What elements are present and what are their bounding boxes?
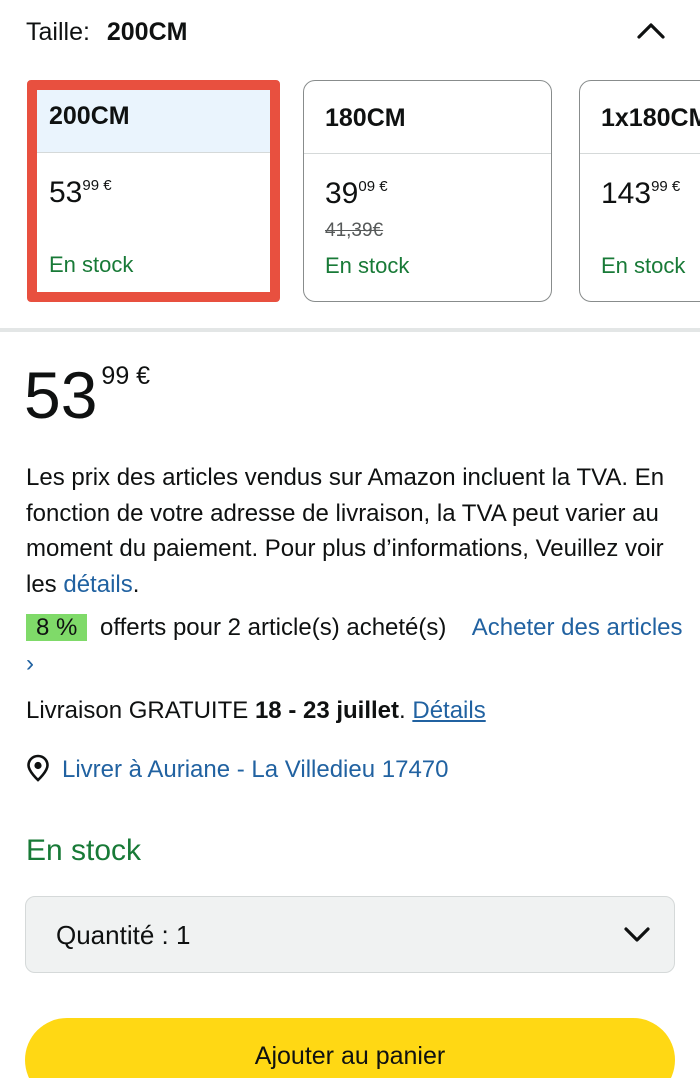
quantity-value: 1	[175, 920, 191, 950]
delivery-period: .	[399, 697, 406, 724]
delivery-info: Livraison GRATUITE 18 - 23 juillet. Déta…	[26, 697, 486, 725]
product-price-whole: 53	[24, 358, 98, 432]
size-option-title: 180CM	[304, 81, 551, 154]
add-to-cart-button[interactable]: Ajouter au panier	[25, 1018, 675, 1078]
delivery-prefix: Livraison GRATUITE	[26, 697, 249, 724]
delivery-dates: 18 - 23 juillet	[254, 697, 400, 724]
price-whole: 39	[325, 177, 359, 210]
quantity-label: Quantité : 1	[56, 920, 190, 951]
product-price-fraction: 99 €	[101, 362, 151, 390]
chevron-up-icon	[637, 23, 665, 39]
location-pin-icon	[27, 754, 49, 782]
size-option-180cm[interactable]: 180CM 3909 € 41,39€ En stock	[303, 80, 552, 302]
price-fraction: 99 €	[82, 177, 112, 194]
delivery-details-link[interactable]: Détails	[412, 697, 485, 724]
size-option-availability: En stock	[325, 253, 410, 278]
vat-notice: Les prix des articles vendus sur Amazon …	[26, 460, 686, 602]
size-option-price: 14399 €	[601, 177, 680, 211]
section-divider	[0, 328, 700, 332]
size-option-availability: En stock	[601, 253, 686, 278]
size-label: Taille:	[26, 18, 90, 46]
collapse-button[interactable]	[632, 14, 670, 48]
size-option-old-price: 41,39€	[325, 220, 384, 241]
size-option-1x180cm[interactable]: 1x180CM 14399 € En stock	[579, 80, 700, 302]
price-whole: 53	[49, 176, 83, 209]
size-option-availability: En stock	[49, 252, 134, 277]
delivery-location[interactable]: Livrer à Auriane - La Villedieu 17470	[24, 754, 448, 784]
quantity-select[interactable]: Quantité : 1	[25, 896, 675, 973]
discount-badge: 8 %	[26, 614, 88, 641]
promotion-text: offerts pour 2 article(s) acheté(s)	[100, 614, 447, 641]
vat-notice-end: .	[132, 570, 140, 598]
chevron-down-icon	[624, 927, 650, 942]
location-text: Livrer à Auriane - La Villedieu 17470	[62, 756, 449, 783]
size-option-price: 5399 €	[49, 176, 112, 210]
size-option-price: 3909 €	[325, 177, 388, 211]
size-option-title: 1x180CM	[580, 81, 700, 154]
size-header: Taille: 200CM	[26, 18, 187, 47]
product-price: 53 99 €	[24, 362, 150, 428]
product-page: Taille: 200CM 200CM 5399 € En stock 180C…	[0, 0, 700, 1078]
price-whole: 143	[601, 177, 652, 210]
vat-details-link[interactable]: détails	[63, 571, 132, 598]
price-fraction: 09 €	[358, 178, 388, 195]
selected-size: 200CM	[106, 18, 188, 46]
size-option-200cm[interactable]: 200CM 5399 € En stock	[27, 80, 280, 302]
price-fraction: 99 €	[651, 178, 681, 195]
availability-status: En stock	[26, 834, 142, 867]
quantity-label-text: Quantité :	[56, 920, 169, 950]
promotion: 8 % offerts pour 2 article(s) acheté(s) …	[26, 610, 686, 682]
size-option-title: 200CM	[37, 90, 270, 153]
